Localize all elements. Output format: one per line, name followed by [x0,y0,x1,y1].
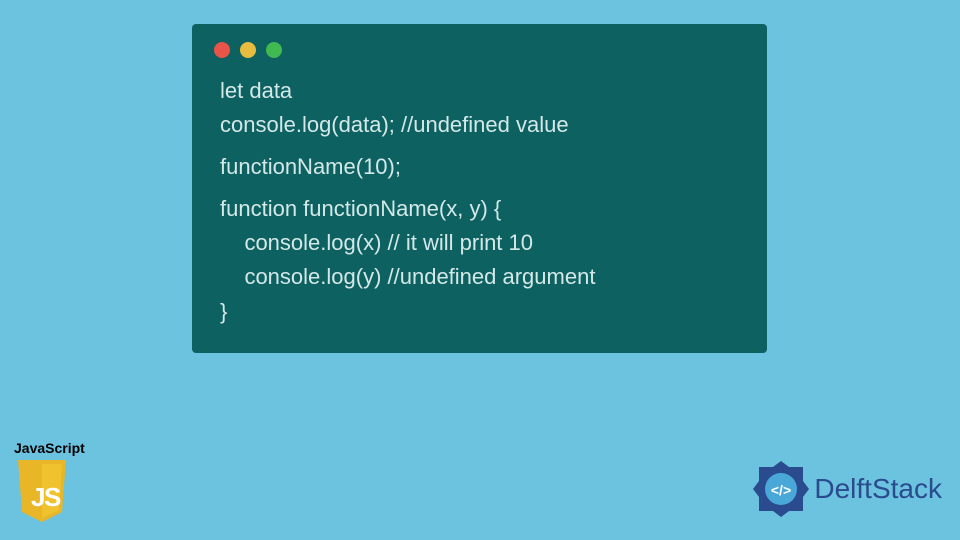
javascript-label: JavaScript [14,440,85,456]
svg-text:S: S [44,482,61,512]
code-line: functionName(10); [220,150,739,184]
code-line: function functionName(x, y) { [220,192,739,226]
delftstack-logo: </> DelftStack [750,458,942,520]
javascript-shield-icon: J S [14,460,70,522]
javascript-logo: JavaScript J S [14,440,85,522]
code-line: console.log(y) //undefined argument [220,260,739,294]
window-controls [192,24,767,64]
code-line: console.log(x) // it will print 10 [220,226,739,260]
code-window: let data console.log(data); //undefined … [192,24,767,353]
minimize-icon [240,42,256,58]
code-line: } [220,295,739,329]
maximize-icon [266,42,282,58]
delftstack-text: DelftStack [814,473,942,505]
code-line: let data [220,74,739,108]
close-icon [214,42,230,58]
delftstack-badge-icon: </> [750,458,812,520]
svg-text:</>: </> [771,482,791,498]
code-content: let data console.log(data); //undefined … [192,64,767,329]
code-line: console.log(data); //undefined value [220,108,739,142]
